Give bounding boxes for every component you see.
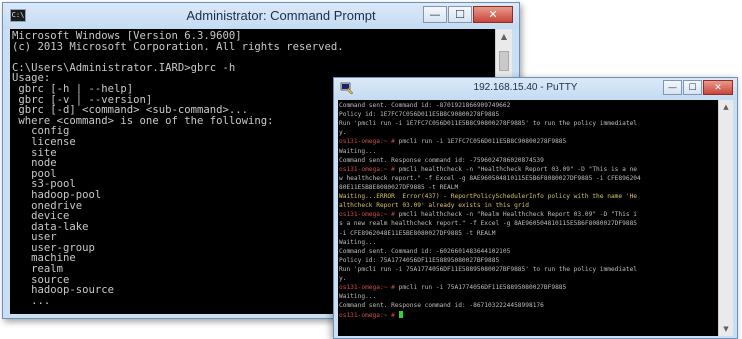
putty-scrollbar[interactable]: ▲ ▼ — [718, 100, 733, 336]
putty-prompt-line: os131-omega:~ # pmcli run -i 1E7FC7C056D… — [339, 137, 718, 146]
putty-maximize-button[interactable]: ☐ — [683, 80, 702, 95]
putty-output-line: Waiting... — [339, 293, 377, 301]
putty-prompt-line: os131-omega:~ # pmcli healthcheck -n "Re… — [339, 210, 718, 219]
putty-output-line: Command sent. Command id: -6026601483644… — [339, 247, 511, 255]
putty-output-line: Waiting... — [339, 238, 377, 246]
scroll-down-arrow-icon[interactable]: ▼ — [719, 322, 733, 336]
shell-command: pmcli run -i 1E7FC7C056D011E5B8C90800278… — [398, 138, 567, 146]
putty-output-line: -i CFE8962048E11E5BE8080027DF9885 -t REA… — [339, 229, 496, 237]
putty-output-line: Run 'pmcli run -i 75A1774056DF11E5889508… — [339, 265, 638, 273]
shell-command: pmcli run -i 75A1774056DF11E58895080027B… — [398, 284, 567, 292]
cmd-output-line: Microsoft Windows [Version 6.3.9600] — [12, 30, 242, 42]
cmd-window-title: Administrator: Command Prompt — [186, 8, 376, 23]
putty-output-line: y. — [339, 129, 347, 137]
putty-prompt-line: os131-omega:~ # pmcli run -i 75A1774056D… — [339, 283, 718, 292]
shell-command: pmcli healthcheck -n "Healthcheck Report… — [398, 165, 638, 173]
putty-output-line: Policy id: 75A1774056DF11E58895080027BF9… — [339, 256, 500, 264]
scroll-up-arrow-icon[interactable]: ▲ — [719, 100, 733, 114]
cmd-maximize-button[interactable]: ☐ — [448, 6, 472, 23]
putty-output-line: s a new realm healthcheck report." -f Ex… — [339, 220, 638, 228]
putty-output-line: y. — [339, 275, 347, 283]
putty-minimize-button[interactable]: — — [663, 80, 682, 95]
putty-terminal[interactable]: Command sent. Command id: -8701921866909… — [338, 100, 718, 336]
putty-output-line: Waiting... — [339, 147, 377, 155]
putty-output-line: 80E11E5B8E8080027DF9885 -t REALM — [339, 183, 459, 191]
cmd-output-line: C:\Users\Administrator.IARD>gbrc -h — [12, 61, 236, 74]
shell-command: pmcli healthcheck -n "Realm Healthcheck … — [398, 211, 638, 219]
putty-title-bar[interactable]: 192.168.15.40 - PuTTY — ☐ ✕ — [334, 78, 737, 100]
shell-prompt: os131-omega:~ # — [339, 165, 399, 173]
cmd-scroll-thumb[interactable] — [499, 51, 509, 71]
putty-output-line: Waiting...ERROR Error(437) - ReportPolic… — [339, 193, 638, 201]
putty-close-button[interactable]: ✕ — [703, 80, 733, 95]
putty-output-line: althcheck Report 03.09' already exists i… — [339, 202, 529, 210]
putty-output-line: w healthcheck report." -f Excel -g 8AE96… — [339, 174, 641, 182]
cmd-minimize-button[interactable]: — — [423, 6, 447, 23]
shell-prompt: os131-omega:~ # — [339, 211, 399, 219]
putty-output-line: Command sent. Response command id: -8671… — [339, 302, 544, 310]
putty-output-line: Run 'pmcli run -i 1E7FC7C056D011E5B8C908… — [339, 120, 638, 128]
putty-icon — [340, 82, 354, 95]
putty-output-line: Policy id: 1E7FC7C056D011E5B8C90800278F9… — [339, 111, 500, 119]
shell-prompt: os131-omega:~ # — [339, 138, 399, 146]
terminal-cursor — [398, 311, 403, 319]
scroll-up-arrow-icon[interactable]: ▲ — [496, 29, 512, 45]
putty-prompt-line: os131-omega:~ # pmcli healthcheck -n "He… — [339, 165, 718, 174]
putty-window-title: 192.168.15.40 - PuTTY — [473, 82, 578, 93]
putty-window[interactable]: 192.168.15.40 - PuTTY — ☐ ✕ Command sent… — [333, 77, 738, 339]
command-prompt-icon: C:\ — [10, 9, 26, 22]
cmd-close-button[interactable]: ✕ — [473, 6, 513, 23]
putty-output-line: Command sent. Response command id: -7596… — [339, 156, 544, 164]
cmd-title-bar[interactable]: C:\ Administrator: Command Prompt — ☐ ✕ — [3, 3, 519, 29]
putty-output-line: Command sent. Command id: -8701921866909… — [339, 102, 511, 109]
shell-prompt: os131-omega:~ # — [339, 284, 399, 292]
shell-prompt: os131-omega:~ # — [339, 311, 399, 319]
putty-prompt-line: os131-omega:~ # — [339, 311, 718, 320]
putty-output: Command sent. Command id: -8701921866909… — [338, 100, 718, 320]
cmd-output-line: (c) 2013 Microsoft Corporation. All righ… — [12, 40, 344, 53]
